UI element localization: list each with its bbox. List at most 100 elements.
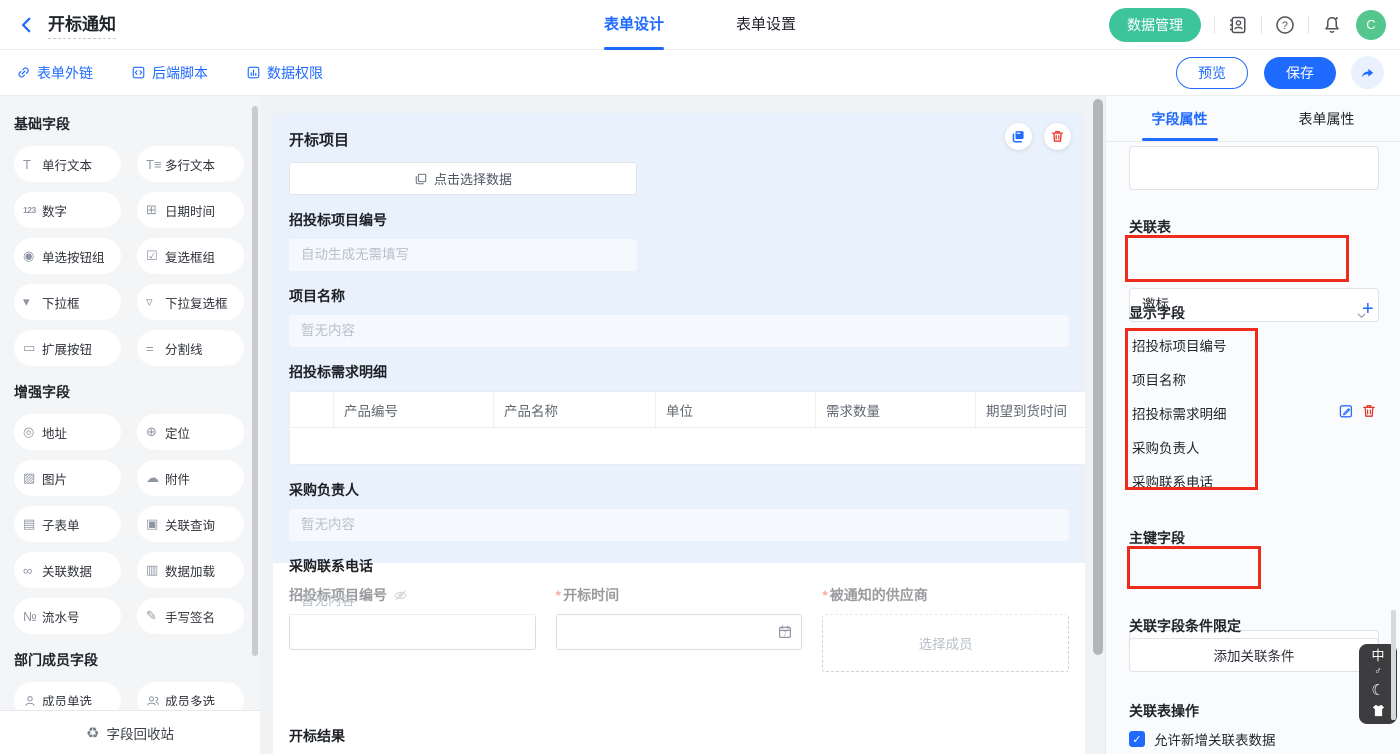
ime-skin-icon[interactable]: [1371, 703, 1386, 719]
recycle-icon: ♻: [86, 724, 99, 742]
display-field-item[interactable]: 招投标项目编号: [1132, 335, 1227, 355]
back-button[interactable]: [18, 16, 36, 34]
ime-moon-icon[interactable]: ☾: [1371, 683, 1384, 698]
select-data-button[interactable]: 点击选择数据: [289, 162, 637, 195]
data-permission-link[interactable]: 数据权限: [246, 63, 323, 83]
display-field-item[interactable]: 招投标需求明细: [1132, 403, 1227, 423]
share-button[interactable]: [1351, 56, 1384, 89]
script-icon: [131, 65, 146, 80]
display-field-item[interactable]: 项目名称: [1132, 369, 1186, 389]
share-arrow-icon: [1359, 64, 1376, 81]
display-field-item[interactable]: 采购联系电话: [1132, 471, 1213, 491]
properties-panel: 字段属性 表单属性 关联表 邀标 显示字段 + 招投标项目编号 项目名称 招投标…: [1105, 96, 1400, 754]
divider: [1308, 16, 1309, 34]
field-pill-image[interactable]: ▨图片: [14, 460, 121, 496]
field-pill-linked-data[interactable]: ∞关联数据: [14, 552, 121, 588]
field-pill-single-line-text[interactable]: T单行文本: [14, 146, 121, 182]
field-label: 开标结果: [289, 726, 1069, 746]
bid-project-no-input[interactable]: [289, 614, 536, 650]
field-pill-multi-line-text[interactable]: T≡多行文本: [137, 146, 244, 182]
avatar[interactable]: C: [1356, 10, 1386, 40]
linked-data-icon: ∞: [23, 563, 42, 578]
pencil-icon: [1338, 403, 1354, 419]
allow-add-related-row[interactable]: ✓ 允许新增关联表数据: [1129, 729, 1276, 749]
top-right-controls: 数据管理 ? C: [1109, 8, 1386, 42]
form-external-link[interactable]: 表单外链: [16, 63, 93, 83]
sidebar-scrollbar[interactable]: [252, 106, 258, 656]
table-header: [290, 392, 334, 427]
delete-block-button[interactable]: [1044, 123, 1071, 150]
select-member-box[interactable]: 选择成员: [822, 614, 1069, 672]
linked-data-block-selected[interactable]: 开标项目 点击选择数据 招投标项目编号 自动生成无需填写 项目名称 暂无内容: [273, 113, 1085, 563]
extend-button-icon: ▭: [23, 340, 42, 356]
tab-field-properties[interactable]: 字段属性: [1106, 96, 1253, 141]
field-pill-serial-number[interactable]: №流水号: [14, 598, 121, 634]
field-pill-datetime[interactable]: ⊞日期时间: [137, 192, 244, 228]
permission-icon: [246, 65, 261, 80]
ime-lang-icon[interactable]: 中: [1371, 649, 1384, 662]
field-input-project-name[interactable]: 暂无内容: [289, 315, 1069, 347]
add-display-field-button[interactable]: +: [1362, 300, 1374, 318]
form-title[interactable]: 开标通知: [48, 10, 116, 39]
chevron-left-icon: [18, 16, 36, 34]
field-pill-radio-group[interactable]: ◉单选按钮组: [14, 238, 121, 274]
bell-icon[interactable]: [1322, 15, 1342, 35]
contacts-book-icon[interactable]: [1228, 15, 1248, 35]
table-header: 单位: [656, 392, 816, 427]
trash-icon: [1361, 403, 1377, 419]
display-field-item[interactable]: 采购负责人: [1132, 437, 1200, 457]
table-empty-row: [290, 428, 1085, 464]
tab-form-properties[interactable]: 表单属性: [1253, 96, 1400, 141]
field-pill-signature[interactable]: ✎手写签名: [137, 598, 244, 634]
field-pill-address[interactable]: ◎地址: [14, 414, 121, 450]
tab-form-design[interactable]: 表单设计: [604, 0, 664, 50]
single-line-text-icon: T: [23, 157, 42, 172]
duplicate-button[interactable]: [1005, 123, 1032, 150]
field-input-purchase-owner[interactable]: 暂无内容: [289, 509, 1069, 541]
backend-script-link[interactable]: 后端脚本: [131, 63, 208, 83]
field-pill-linked-query[interactable]: ▣关联查询: [137, 506, 244, 542]
field-pill-checkbox-group[interactable]: ☑复选框组: [137, 238, 244, 274]
preview-button[interactable]: 预览: [1176, 57, 1248, 89]
linked-query-icon: ▣: [146, 516, 165, 532]
ime-symbol-icon[interactable]: ♂: [1374, 667, 1382, 677]
data-manage-button[interactable]: 数据管理: [1109, 8, 1201, 42]
help-icon[interactable]: ?: [1275, 15, 1295, 35]
display-fields-label: 显示字段: [1129, 303, 1185, 323]
address-icon: ◎: [23, 424, 42, 440]
field-pill-extend-button[interactable]: ▭扩展按钮: [14, 330, 121, 366]
open-time-input[interactable]: [556, 614, 803, 650]
field-pill-attachment[interactable]: ☁附件: [137, 460, 244, 496]
checkbox-checked-icon[interactable]: ✓: [1129, 731, 1145, 747]
field-pill-location[interactable]: ⊕定位: [137, 414, 244, 450]
field-input-project-no[interactable]: 自动生成无需填写: [289, 239, 637, 271]
field-pill-data-load[interactable]: ▥数据加载: [137, 552, 244, 588]
demand-detail-table[interactable]: 产品编号 产品名称 单位 需求数量 期望到货时间: [289, 391, 1085, 465]
delete-display-fields-button[interactable]: [1361, 402, 1377, 420]
field-input-purchase-phone[interactable]: 暂无内容: [289, 585, 1069, 617]
edit-display-fields-button[interactable]: [1338, 402, 1354, 420]
datetime-icon: ⊞: [146, 202, 165, 218]
calendar-icon[interactable]: 7: [777, 623, 793, 641]
field-pill-number[interactable]: 123数字: [14, 192, 121, 228]
form-card: 开标项目 点击选择数据 招投标项目编号 自动生成无需填写 项目名称 暂无内容: [273, 113, 1085, 754]
save-button[interactable]: 保存: [1264, 57, 1336, 89]
select-data-icon: [414, 172, 428, 186]
table-header: 需求数量: [816, 392, 976, 427]
field-pill-dropdown-multi[interactable]: ▿下拉复选框: [137, 284, 244, 320]
allow-add-related-label: 允许新增关联表数据: [1154, 729, 1276, 749]
tab-form-settings[interactable]: 表单设置: [736, 0, 796, 50]
recycle-label: 字段回收站: [106, 723, 174, 743]
field-pill-divider[interactable]: =分割线: [137, 330, 244, 366]
panel-scrollbar[interactable]: [1391, 610, 1396, 720]
field-name-input[interactable]: [1129, 146, 1379, 190]
field-recycle-bin[interactable]: ♻ 字段回收站: [0, 710, 260, 754]
location-icon: ⊕: [146, 424, 165, 440]
field-library-sidebar: 基础字段 T单行文本 T≡多行文本 123数字 ⊞日期时间 ◉单选按钮组 ☑复选…: [0, 96, 260, 754]
radio-group-icon: ◉: [23, 248, 42, 264]
canvas-scrollbar[interactable]: [1093, 99, 1103, 655]
field-pill-dropdown[interactable]: ▾下拉框: [14, 284, 121, 320]
add-condition-button[interactable]: 添加关联条件: [1129, 638, 1379, 672]
annotation-box-related-table: [1125, 235, 1349, 282]
field-pill-subform[interactable]: ▤子表单: [14, 506, 121, 542]
